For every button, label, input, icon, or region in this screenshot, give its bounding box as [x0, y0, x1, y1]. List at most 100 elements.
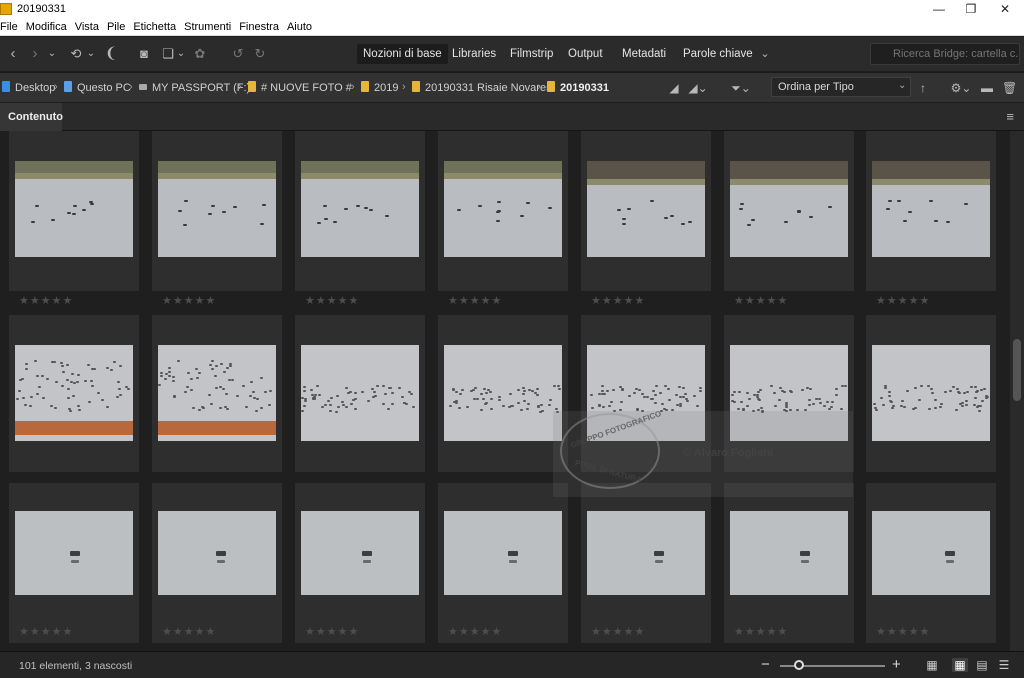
photo-thumbnail[interactable]: [444, 161, 562, 257]
close-icon[interactable]: ✕: [990, 0, 1020, 18]
workspace-metadati[interactable]: Metadati: [616, 44, 672, 64]
photo-thumbnail[interactable]: [301, 161, 419, 257]
thumbnail-cell[interactable]: ★★★★★: [438, 131, 568, 307]
camera-icon[interactable]: ◙: [136, 45, 152, 63]
photo-thumbnail[interactable]: [15, 345, 133, 441]
thumbnail-cell[interactable]: ★★★★★: [866, 483, 996, 643]
refine-icon[interactable]: ✿: [192, 45, 208, 63]
breadcrumb-risaie-novaresi[interactable]: 20190331 Risaie Novaresi: [412, 81, 554, 95]
workspace-more-icon[interactable]: ⌄: [758, 45, 772, 63]
star-rating[interactable]: ★★★★★: [162, 625, 216, 638]
thumbnail-cell[interactable]: ★★★★★: [724, 131, 854, 307]
breadcrumb-20190331[interactable]: 20190331: [547, 81, 609, 95]
breadcrumb-my-passport[interactable]: MY PASSPORT (F:): [139, 81, 250, 95]
filter-icon[interactable]: ⏷⌄: [728, 79, 754, 97]
thumbnail-cell[interactable]: ★★★★★: [152, 131, 282, 307]
chevron-down-icon[interactable]: ⌄: [46, 45, 58, 63]
details-view-icon[interactable]: ▤: [974, 658, 990, 672]
workspace-nozioni-di-base[interactable]: Nozioni di base: [357, 44, 448, 64]
thumbnail-cell[interactable]: ★★★★★: [866, 131, 996, 307]
menu-finestra[interactable]: Finestra: [239, 21, 284, 33]
back-icon[interactable]: ‹: [6, 45, 20, 63]
star-rating[interactable]: ★★★★★: [734, 294, 788, 307]
sort-dropdown[interactable]: Ordina per Tipo: [771, 77, 911, 97]
breadcrumb-questo-pc[interactable]: Questo PC: [64, 81, 131, 95]
thumbnail-cell[interactable]: ★★★★★: [581, 483, 711, 643]
star-rating[interactable]: ★★★★★: [734, 625, 788, 638]
photo-thumbnail[interactable]: [158, 511, 276, 595]
thumbnail-cell[interactable]: [9, 315, 139, 472]
boomerang-icon[interactable]: ❨: [104, 45, 118, 63]
menu-modifica[interactable]: Modifica: [26, 21, 72, 33]
stack-icon[interactable]: ❏: [160, 45, 176, 63]
photo-thumbnail[interactable]: [158, 345, 276, 441]
star-rating[interactable]: ★★★★★: [876, 625, 930, 638]
thumbnail-cell[interactable]: ★★★★★: [438, 483, 568, 643]
scrollbar-thumb[interactable]: [1013, 339, 1021, 401]
workspace-parole-chiave[interactable]: Parole chiave: [677, 44, 759, 64]
photo-thumbnail[interactable]: [872, 161, 990, 257]
delete-icon[interactable]: 🗑: [1002, 79, 1017, 97]
photo-thumbnail[interactable]: [15, 511, 133, 595]
breadcrumb-nuove-foto[interactable]: # NUOVE FOTO #: [248, 81, 352, 95]
photo-thumbnail[interactable]: [444, 511, 562, 595]
photo-thumbnail[interactable]: [444, 345, 562, 441]
search-input[interactable]: [870, 43, 1020, 65]
photo-thumbnail[interactable]: [730, 161, 848, 257]
thumbnail-cell[interactable]: [152, 315, 282, 472]
vertical-scrollbar[interactable]: [1010, 131, 1024, 651]
thumbnail-cell[interactable]: ★★★★★: [9, 131, 139, 307]
star-rating[interactable]: ★★★★★: [19, 294, 73, 307]
workspace-libraries[interactable]: Libraries: [446, 44, 502, 64]
thumbnail-cell[interactable]: [866, 315, 996, 472]
thumbnail-quality-icon[interactable]: ◢⌄: [686, 79, 710, 97]
zoom-out-icon[interactable]: −: [761, 656, 770, 673]
open-recent-icon[interactable]: ⚙⌄: [948, 79, 974, 97]
list-view-icon[interactable]: ☰: [996, 658, 1012, 672]
thumbnail-cell[interactable]: [438, 315, 568, 472]
thumbnail-cell[interactable]: ★★★★★: [724, 483, 854, 643]
photo-thumbnail[interactable]: [301, 345, 419, 441]
photo-thumbnail[interactable]: [872, 345, 990, 441]
menu-strumenti[interactable]: Strumenti: [184, 21, 236, 33]
rotate-right-icon[interactable]: ↻: [252, 45, 268, 63]
chevron-down-icon[interactable]: ⌄: [176, 45, 186, 63]
thumbnail-cell[interactable]: ★★★★★: [295, 131, 425, 307]
photo-thumbnail[interactable]: [301, 511, 419, 595]
slider-handle[interactable]: [794, 660, 804, 670]
menu-pile[interactable]: Pile: [107, 21, 130, 33]
quality-icon[interactable]: ◢: [666, 79, 682, 97]
maximize-icon[interactable]: ❐: [956, 0, 986, 18]
star-rating[interactable]: ★★★★★: [448, 625, 502, 638]
photo-thumbnail[interactable]: [587, 511, 705, 595]
photo-thumbnail[interactable]: [15, 161, 133, 257]
thumbnail-cell[interactable]: ★★★★★: [152, 483, 282, 643]
new-folder-icon[interactable]: ▬: [980, 79, 994, 97]
workspace-filmstrip[interactable]: Filmstrip: [504, 44, 559, 64]
menu-etichetta[interactable]: Etichetta: [133, 21, 181, 33]
star-rating[interactable]: ★★★★★: [591, 294, 645, 307]
workspace-output[interactable]: Output: [562, 44, 609, 64]
breadcrumb-2019[interactable]: 2019: [361, 81, 398, 95]
minimize-icon[interactable]: —: [924, 0, 954, 18]
star-rating[interactable]: ★★★★★: [591, 625, 645, 638]
photo-thumbnail[interactable]: [587, 161, 705, 257]
menu-aiuto[interactable]: Aiuto: [287, 21, 317, 33]
star-rating[interactable]: ★★★★★: [876, 294, 930, 307]
tab-contenuto[interactable]: Contenuto: [0, 103, 63, 131]
thumbnail-cell[interactable]: ★★★★★: [295, 483, 425, 643]
forward-icon[interactable]: ›: [28, 45, 42, 63]
sort-direction-icon[interactable]: ↑: [916, 79, 930, 97]
rotate-left-icon[interactable]: ↺: [230, 45, 246, 63]
thumbnail-view-icon[interactable]: ▦: [952, 658, 968, 672]
breadcrumb-desktop[interactable]: Desktop: [2, 81, 55, 95]
chevron-down-icon[interactable]: ⌄: [86, 45, 96, 63]
star-rating[interactable]: ★★★★★: [19, 625, 73, 638]
grid-lock-icon[interactable]: ▦: [924, 658, 940, 672]
panel-menu-icon[interactable]: ≡: [1006, 109, 1014, 124]
photo-thumbnail[interactable]: [730, 511, 848, 595]
star-rating[interactable]: ★★★★★: [305, 625, 359, 638]
menu-vista[interactable]: Vista: [75, 21, 104, 33]
star-rating[interactable]: ★★★★★: [162, 294, 216, 307]
menu-file[interactable]: File: [0, 21, 23, 33]
